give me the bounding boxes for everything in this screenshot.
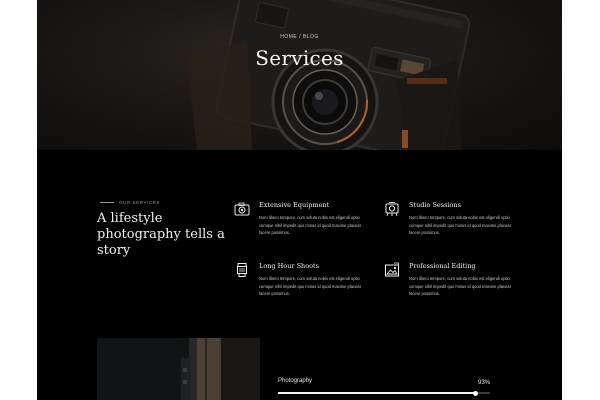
featured-photo: [97, 338, 260, 400]
camera-icon: [234, 202, 250, 216]
eyebrow-label: OUR SERVICES: [119, 200, 161, 205]
service-description: Nom libero tempore, cum soluta nobis est…: [259, 215, 361, 236]
featured-photo-image: [97, 338, 260, 400]
skill-label: Photography: [278, 378, 313, 384]
service-description: Nom libero tempore, cum soluta nobis est…: [409, 215, 511, 236]
eyebrow-line: [100, 202, 114, 203]
section-eyebrow: OUR SERVICES: [100, 200, 160, 205]
skill-progress-bar: [278, 390, 490, 396]
breadcrumb[interactable]: HOME / BLOG: [37, 34, 562, 40]
service-title: Studio Sessions: [409, 201, 461, 209]
service-description: Nom libero tempore, cum soluta nobis est…: [259, 276, 361, 297]
site-frame: HOME / BLOG Services OUR SERVICES A life…: [37, 0, 562, 400]
hero-camera-image: [187, 0, 471, 150]
service-title: Extensive Equipment: [259, 201, 330, 209]
skill-percent: 93%: [477, 380, 490, 386]
skill-progress-fill: [278, 392, 476, 394]
service-title: Professional Editing: [409, 262, 476, 270]
skill-progress-knob: [472, 390, 478, 396]
section-tagline: A lifestyle photography tells a story: [97, 211, 225, 258]
lens-icon: [237, 263, 247, 277]
service-title: Long Hour Shoots: [259, 262, 319, 270]
studio-icon: [385, 202, 399, 217]
page-title: Services: [255, 46, 344, 70]
hero-banner: HOME / BLOG Services: [37, 0, 562, 150]
photo-edit-icon: [385, 262, 399, 277]
page: HOME / BLOG Services OUR SERVICES A life…: [0, 0, 600, 400]
service-description: Nom libero tempore, cum soluta nobis est…: [409, 276, 511, 297]
